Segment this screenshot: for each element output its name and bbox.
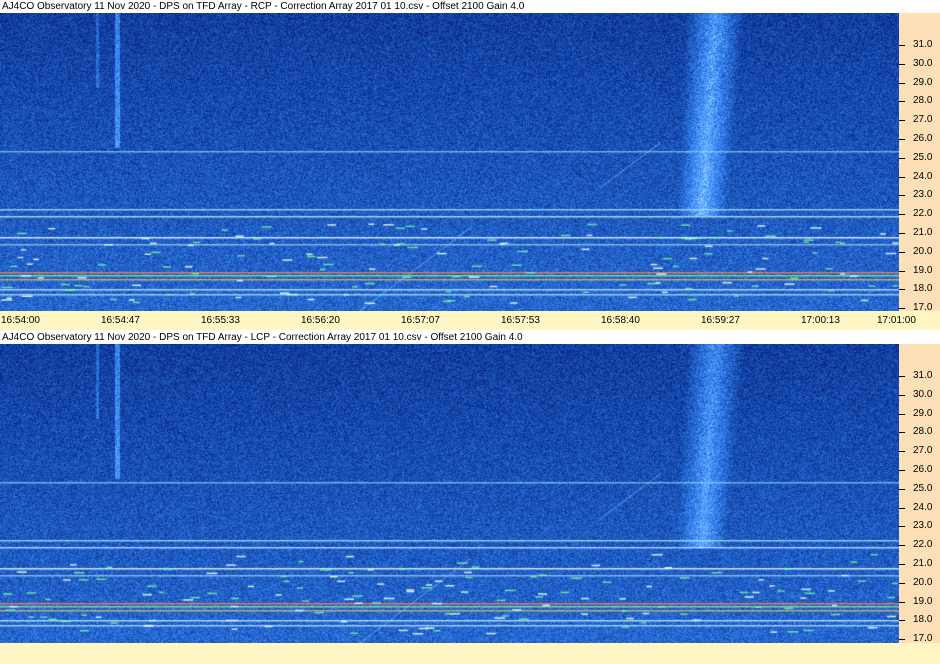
freq-lcp-tick (899, 526, 905, 527)
freq-rcp-label: 26.0 (913, 133, 933, 144)
freq-lcp-label: 31.0 (913, 370, 933, 381)
freq-rcp-label: 25.0 (913, 152, 933, 163)
freq-lcp-tick (899, 432, 905, 433)
freq-lcp-tick (899, 583, 905, 584)
freq-rcp-tick (899, 308, 905, 309)
freq-rcp-label: 19.0 (913, 265, 933, 276)
freq-lcp-label: 23.0 (913, 520, 933, 531)
freq-rcp-label: 22.0 (913, 208, 933, 219)
freq-lcp-label: 19.0 (913, 596, 933, 607)
time-label: 16:54:47 (101, 315, 140, 326)
freq-rcp-tick (899, 233, 905, 234)
freq-rcp-tick (899, 139, 905, 140)
spectrogram-lcp[interactable] (0, 344, 899, 643)
frequency-axis-rcp: 31.0 30.0 29.0 28.0 27.0 26.0 25.0 24.0 23.0 22.0… (899, 13, 940, 313)
freq-lcp-tick (899, 639, 905, 640)
freq-lcp-label: 18.0 (913, 614, 933, 625)
freq-lcp-tick (899, 620, 905, 621)
freq-rcp-label: 20.0 (913, 246, 933, 257)
freq-rcp-tick (899, 101, 905, 102)
freq-rcp-tick (899, 252, 905, 253)
time-label: 16:54:00 (1, 315, 40, 326)
freq-lcp-tick (899, 395, 905, 396)
spectrogram-title-lcp: AJ4CO Observatory 11 Nov 2020 - DPS on T… (0, 331, 940, 344)
freq-lcp-tick (899, 470, 905, 471)
time-label: 16:55:33 (201, 315, 240, 326)
freq-lcp-label: 26.0 (913, 464, 933, 475)
frequency-axis-lcp: 31.0 30.0 29.0 28.0 27.0 26.0 25.0 24.0 23.0 22.0… (899, 344, 940, 644)
time-label: 17:01:00 (877, 315, 916, 326)
time-label: 16:57:53 (501, 315, 540, 326)
freq-rcp-label: 24.0 (913, 171, 933, 182)
time-axis: 16:54:00 16:54:47 16:55:33 16:56:20 16:57:07… (0, 311, 940, 330)
freq-lcp-label: 22.0 (913, 539, 933, 550)
time-label: 16:59:27 (701, 315, 740, 326)
freq-rcp-tick (899, 120, 905, 121)
freq-lcp-tick (899, 451, 905, 452)
bottom-strip (0, 643, 940, 664)
freq-lcp-label: 28.0 (913, 426, 933, 437)
freq-rcp-tick (899, 45, 905, 46)
freq-rcp-label: 28.0 (913, 95, 933, 106)
freq-lcp-tick (899, 564, 905, 565)
freq-lcp-label: 20.0 (913, 577, 933, 588)
freq-rcp-label: 27.0 (913, 114, 933, 125)
freq-rcp-tick (899, 158, 905, 159)
freq-rcp-tick (899, 214, 905, 215)
freq-rcp-label: 29.0 (913, 77, 933, 88)
freq-lcp-tick (899, 545, 905, 546)
freq-rcp-label: 23.0 (913, 189, 933, 200)
freq-rcp-tick (899, 289, 905, 290)
freq-lcp-label: 29.0 (913, 408, 933, 419)
time-label: 17:00:13 (801, 315, 840, 326)
time-label: 16:56:20 (301, 315, 340, 326)
freq-lcp-label: 25.0 (913, 483, 933, 494)
spectrogram-title-rcp: AJ4CO Observatory 11 Nov 2020 - DPS on T… (0, 0, 940, 13)
freq-lcp-tick (899, 508, 905, 509)
spectrogram-rcp[interactable] (0, 13, 899, 311)
freq-lcp-tick (899, 376, 905, 377)
freq-lcp-label: 30.0 (913, 389, 933, 400)
freq-lcp-tick (899, 489, 905, 490)
freq-rcp-label: 30.0 (913, 58, 933, 69)
time-label: 16:57:07 (401, 315, 440, 326)
freq-rcp-tick (899, 195, 905, 196)
spectrogram-panel-lcp: 31.0 30.0 29.0 28.0 27.0 26.0 25.0 24.0 23.0 22.0… (0, 344, 940, 644)
freq-lcp-tick (899, 414, 905, 415)
freq-rcp-label: 21.0 (913, 227, 933, 238)
freq-rcp-tick (899, 83, 905, 84)
freq-rcp-tick (899, 64, 905, 65)
freq-rcp-tick (899, 177, 905, 178)
freq-lcp-label: 27.0 (913, 445, 933, 456)
freq-rcp-label: 18.0 (913, 283, 933, 294)
time-label: 16:58:40 (601, 315, 640, 326)
spectrogram-panel-rcp: 31.0 30.0 29.0 28.0 27.0 26.0 25.0 24.0 23.0 22.0… (0, 13, 940, 313)
freq-rcp-label: 31.0 (913, 39, 933, 50)
freq-rcp-tick (899, 271, 905, 272)
freq-lcp-label: 24.0 (913, 502, 933, 513)
freq-lcp-tick (899, 602, 905, 603)
freq-lcp-label: 21.0 (913, 558, 933, 569)
